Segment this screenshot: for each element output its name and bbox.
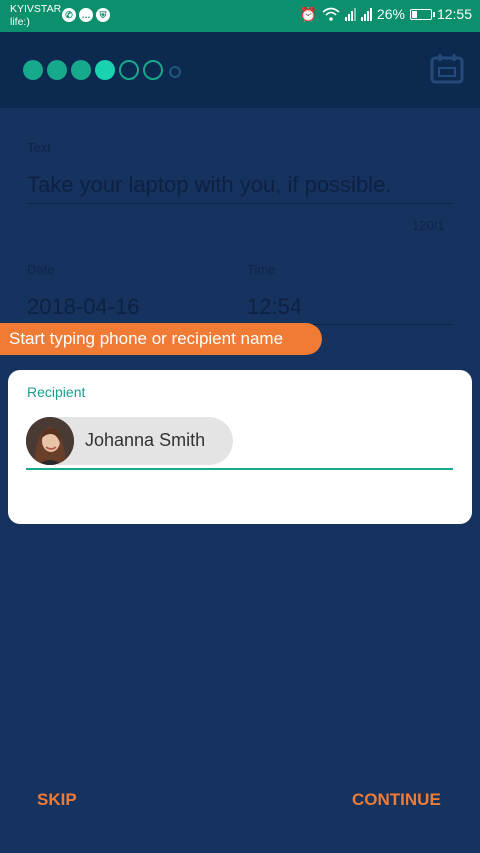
text-field-label: Text xyxy=(27,140,51,155)
recipient-chip[interactable]: Johanna Smith xyxy=(26,417,233,465)
date-field-value[interactable]: 2018-04-16 xyxy=(27,294,140,320)
date-field-label: Date xyxy=(27,262,55,277)
battery-charging-icon xyxy=(409,8,435,20)
progress-dot xyxy=(95,60,115,80)
battery-percent: 26% xyxy=(376,6,405,22)
text-field-underline xyxy=(27,203,453,204)
calendar-icon[interactable] xyxy=(430,52,464,84)
signal-icon xyxy=(360,7,372,21)
progress-dot xyxy=(169,66,181,78)
text-field-value[interactable]: Take your laptop with you, if possible. xyxy=(27,172,391,198)
time-field-label: Time xyxy=(247,262,276,277)
alarm-icon: ⏰ xyxy=(299,6,317,22)
carrier-line-1: KYIVSTAR xyxy=(10,3,62,15)
progress-dot xyxy=(23,60,43,80)
progress-dot xyxy=(71,60,91,80)
hint-tooltip: Start typing phone or recipient name xyxy=(0,323,322,355)
signal-icon xyxy=(344,7,356,21)
char-counter: 120/1 xyxy=(412,218,445,233)
chat-bubble-icon: … xyxy=(79,8,93,22)
recipient-input-underline[interactable] xyxy=(26,468,453,470)
recipient-card: Recipient Johanna Smith xyxy=(8,370,472,524)
progress-dots xyxy=(23,60,181,80)
continue-button[interactable]: CONTINUE xyxy=(352,790,441,810)
carrier-name: KYIVSTAR life:) xyxy=(10,3,61,29)
progress-dot xyxy=(119,60,139,80)
carrier-line-2: life:) xyxy=(10,16,30,28)
progress-dot xyxy=(143,60,163,80)
recipient-label: Recipient xyxy=(27,384,86,400)
progress-dot xyxy=(47,60,67,80)
viber-icon: ✆ xyxy=(62,8,76,22)
skip-button[interactable]: SKIP xyxy=(37,790,77,810)
recipient-name: Johanna Smith xyxy=(85,430,206,450)
status-bar: KYIVSTAR life:) ✆ … ⛨ ⏰ 26% 12:55 xyxy=(0,0,480,32)
avatar xyxy=(26,417,74,465)
shield-icon: ⛨ xyxy=(96,8,110,22)
wifi-icon xyxy=(322,7,340,21)
time-field-value[interactable]: 12:54 xyxy=(247,294,302,320)
status-time: 12:55 xyxy=(436,6,472,22)
